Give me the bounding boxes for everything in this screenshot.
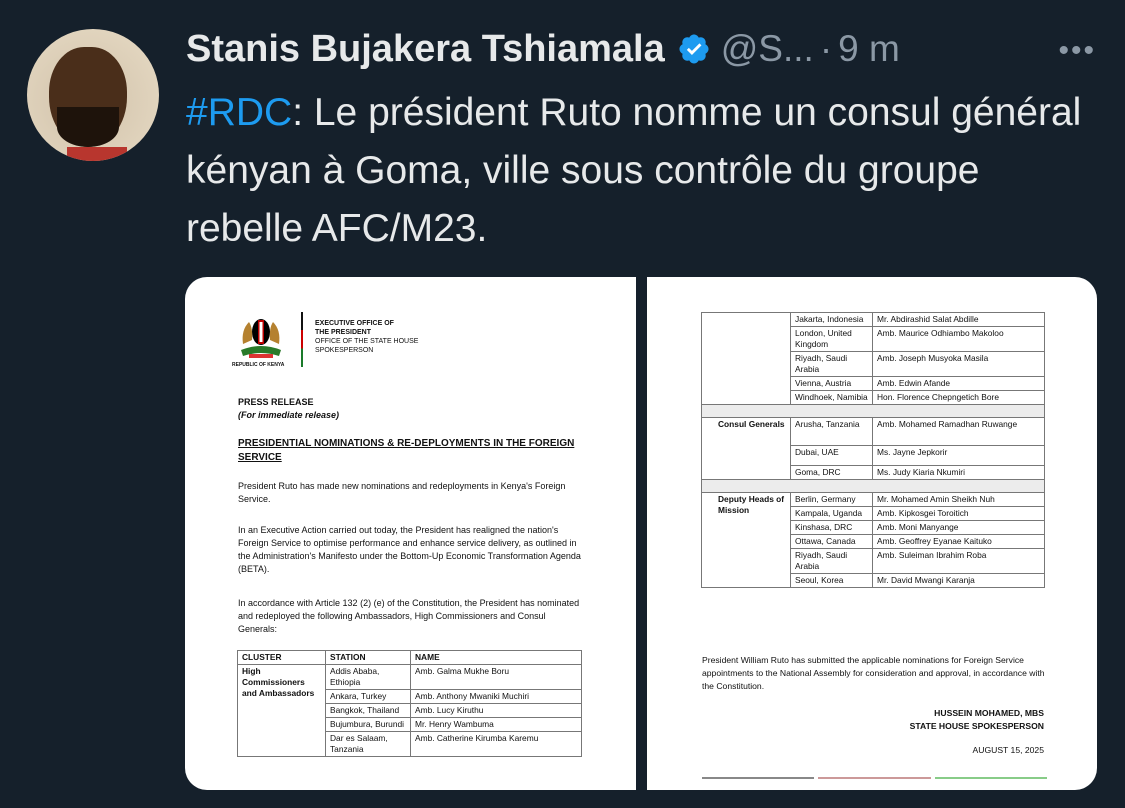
name-cell: Amb. Mohamed Ramadhan Ruwange: [872, 417, 1045, 446]
name-cell: Amb. Edwin Afande: [872, 376, 1045, 391]
document-page-2[interactable]: Jakarta, Indonesia Mr. Abdirashid Salat …: [647, 277, 1097, 790]
cluster-cell: [701, 312, 791, 405]
document-heading: PRESIDENTIAL NOMINATIONS & RE-DEPLOYMENT…: [238, 438, 575, 463]
station-cell: Arusha, Tanzania: [790, 417, 873, 446]
name-cell: Hon. Florence Chepngetich Bore: [872, 390, 1045, 405]
station-cell: Seoul, Korea: [790, 573, 873, 588]
office-line-3: OFFICE OF THE STATE HOUSE: [315, 338, 419, 345]
paragraph-3: In accordance with Article 132 (2) (e) o…: [238, 598, 580, 634]
name-cell: Amb. Anthony Mwaniki Muchiri: [410, 689, 582, 704]
col-header-station: STATION: [325, 650, 411, 665]
table-row: High Commissioners and Ambassadors Addis…: [237, 664, 582, 757]
station-cell: Berlin, Germany: [790, 492, 873, 507]
author-avatar[interactable]: [27, 29, 159, 161]
document-page-1[interactable]: REPUBLIC OF KENYA EXECUTIVE OFFICE OF TH…: [185, 277, 636, 790]
station-cell: Ankara, Turkey: [325, 689, 411, 704]
table-row: Jakarta, Indonesia Mr. Abdirashid Salat …: [701, 312, 1045, 405]
station-cell: Riyadh, Saudi Arabia: [790, 351, 873, 377]
station-cell: Bujumbura, Burundi: [325, 717, 411, 732]
office-line-4: SPOKESPERSON: [315, 347, 374, 354]
tweet-body: : Le président Ruto nomme un consul géné…: [186, 91, 1082, 250]
tweet-header: Stanis Bujakera Tshiamala @S... · 9 m ••…: [186, 24, 1096, 74]
cluster-cell: High Commissioners and Ambassadors: [237, 664, 326, 757]
station-cell: Riyadh, Saudi Arabia: [790, 548, 873, 574]
release-note: (For immediate release): [238, 410, 340, 420]
station-cell: London, United Kingdom: [790, 326, 873, 352]
name-cell: Mr. David Mwangi Karanja: [872, 573, 1045, 588]
office-line-2: THE PRESIDENT: [315, 329, 372, 336]
avatar-beard: [57, 107, 119, 147]
verified-badge-icon: [679, 34, 709, 64]
station-cell: Bangkok, Thailand: [325, 703, 411, 718]
table-row: Consul Generals Arusha, Tanzania Amb. Mo…: [701, 417, 1045, 480]
cluster-cell: Consul Generals: [701, 417, 791, 480]
table-row: Deputy Heads of Mission Berlin, Germany …: [701, 492, 1045, 588]
avatar-shirt: [67, 147, 127, 161]
flag-divider: [301, 312, 303, 367]
name-cell: Amb. Geoffrey Eyanae Kaituko: [872, 534, 1045, 549]
tweet-timestamp[interactable]: 9 m: [838, 28, 900, 70]
table-spacer-row: [701, 479, 1045, 493]
coat-label: REPUBLIC OF KENYA: [232, 362, 285, 368]
closing-paragraph: President William Ruto has submitted the…: [702, 655, 1045, 691]
office-line-1: EXECUTIVE OFFICE OF: [315, 320, 394, 327]
station-cell: Dar es Salaam, Tanzania: [325, 731, 411, 757]
press-release-label: PRESS RELEASE: [238, 397, 314, 407]
hashtag-link[interactable]: #RDC: [186, 91, 292, 134]
station-cell: Goma, DRC: [790, 465, 873, 480]
name-cell: Ms. Judy Kiaria Nkumiri: [872, 465, 1045, 480]
author-name[interactable]: Stanis Bujakera Tshiamala: [186, 28, 665, 71]
tweet-text: #RDC: Le président Ruto nomme un consul …: [186, 84, 1086, 258]
station-cell: Windhoek, Namibia: [790, 390, 873, 405]
paragraph-1: President Ruto has made new nominations …: [238, 481, 566, 504]
station-cell: Kampala, Uganda: [790, 506, 873, 521]
col-header-cluster: CLUSTER: [237, 650, 326, 665]
col-header-name: NAME: [410, 650, 582, 665]
name-cell: Amb. Suleiman Ibrahim Roba: [872, 548, 1045, 574]
signatory-name: HUSSEIN MOHAMED, MBS: [934, 708, 1044, 718]
tweet-media[interactable]: REPUBLIC OF KENYA EXECUTIVE OFFICE OF TH…: [185, 277, 1097, 790]
office-block: EXECUTIVE OFFICE OF THE PRESIDENT OFFICE…: [315, 319, 418, 355]
name-cell: Amb. Lucy Kiruthu: [410, 703, 582, 718]
name-cell: Amb. Galma Mukhe Boru: [410, 664, 582, 690]
name-cell: Mr. Henry Wambuma: [410, 717, 582, 732]
name-cell: Amb. Kipkosgei Toroitich: [872, 506, 1045, 521]
station-cell: Ottawa, Canada: [790, 534, 873, 549]
cluster-cell: Deputy Heads of Mission: [701, 492, 791, 588]
nominations-table-1: CLUSTER STATION NAME High Commissioners …: [237, 650, 582, 757]
name-cell: Amb. Maurice Odhiambo Makoloo: [872, 326, 1045, 352]
name-cell: Amb. Moni Manyange: [872, 520, 1045, 535]
name-cell: Mr. Mohamed Amin Sheikh Nuh: [872, 492, 1045, 507]
station-cell: Addis Ababa, Ethiopia: [325, 664, 411, 690]
release-date: AUGUST 15, 2025: [972, 745, 1045, 755]
footer-lines: [702, 777, 1047, 780]
author-handle[interactable]: @S...: [721, 28, 814, 70]
paragraph-2: In an Executive Action carried out today…: [238, 525, 581, 574]
table-spacer-row: [701, 404, 1045, 418]
nominations-table-2: Jakarta, Indonesia Mr. Abdirashid Salat …: [701, 312, 1045, 588]
name-cell: Amb. Catherine Kirumba Karemu: [410, 731, 582, 757]
station-cell: Jakarta, Indonesia: [790, 312, 873, 327]
name-cell: Mr. Abdirashid Salat Abdille: [872, 312, 1045, 327]
signatory-title: STATE HOUSE SPOKESPERSON: [909, 721, 1044, 731]
more-horizontal-icon[interactable]: •••: [1058, 34, 1096, 68]
name-cell: Amb. Joseph Musyoka Masila: [872, 351, 1045, 377]
station-cell: Vienna, Austria: [790, 376, 873, 391]
kenya-coat-of-arms-icon: [241, 319, 281, 358]
station-cell: Dubai, UAE: [790, 445, 873, 466]
station-cell: Kinshasa, DRC: [790, 520, 873, 535]
name-cell: Ms. Jayne Jepkorir: [872, 445, 1045, 466]
separator: ·: [819, 28, 833, 69]
